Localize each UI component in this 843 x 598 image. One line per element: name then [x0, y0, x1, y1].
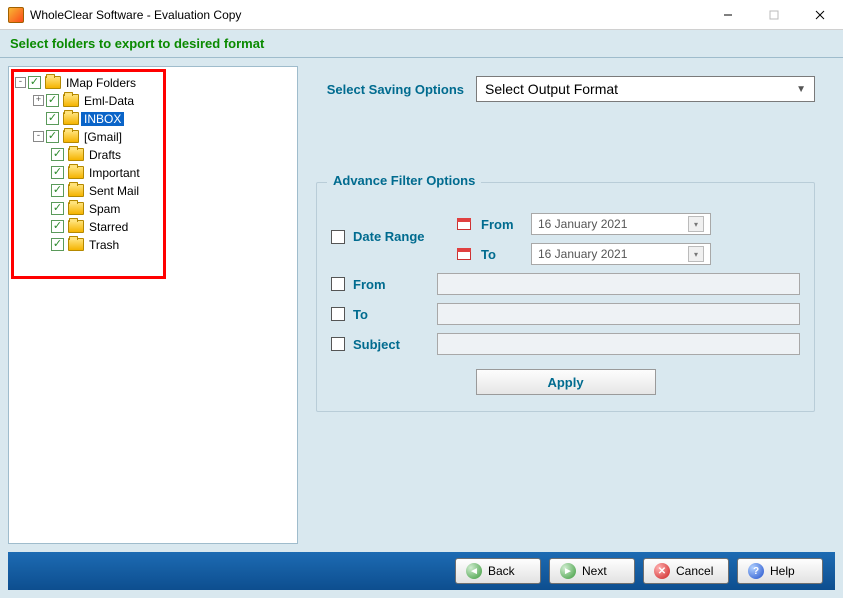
filter-legend: Advance Filter Options: [327, 173, 481, 188]
help-button[interactable]: ? Help: [737, 558, 823, 584]
checkbox[interactable]: [51, 166, 64, 179]
tree-label: Eml-Data: [81, 94, 137, 108]
to-checkbox[interactable]: [331, 307, 345, 321]
checkbox[interactable]: [51, 202, 64, 215]
back-button[interactable]: ◄ Back: [455, 558, 541, 584]
folder-icon: [68, 238, 84, 251]
advance-filter-group: Advance Filter Options Date Range From 1…: [316, 182, 815, 412]
checkbox[interactable]: [51, 238, 64, 251]
tree-node-root[interactable]: - IMap Folders: [15, 74, 293, 91]
folder-icon: [63, 130, 79, 143]
subject-checkbox[interactable]: [331, 337, 345, 351]
tree-label: Spam: [86, 202, 123, 216]
tree-node-inbox[interactable]: INBOX: [33, 110, 293, 127]
folder-icon: [63, 112, 79, 125]
checkbox[interactable]: [46, 94, 59, 107]
next-label: Next: [582, 564, 607, 578]
tree-node-important[interactable]: Important: [51, 164, 293, 181]
from-date-label: From: [481, 217, 521, 232]
calendar-icon: [457, 218, 471, 230]
from-checkbox[interactable]: [331, 277, 345, 291]
expander-icon[interactable]: -: [15, 77, 26, 88]
to-label: To: [353, 307, 437, 322]
expander-icon[interactable]: +: [33, 95, 44, 106]
apply-button[interactable]: Apply: [476, 369, 656, 395]
from-date-value: 16 January 2021: [538, 217, 627, 231]
next-icon: ►: [560, 563, 576, 579]
checkbox[interactable]: [46, 130, 59, 143]
checkbox[interactable]: [46, 112, 59, 125]
subject-input[interactable]: [437, 333, 800, 355]
tree-label: Important: [86, 166, 143, 180]
folder-icon: [68, 184, 84, 197]
from-date-field[interactable]: 16 January 2021 ▾: [531, 213, 711, 235]
tree-label: Starred: [86, 220, 131, 234]
minimize-button[interactable]: [705, 0, 751, 30]
back-label: Back: [488, 564, 515, 578]
tree-label: INBOX: [81, 112, 124, 126]
checkbox[interactable]: [51, 184, 64, 197]
tree-label: [Gmail]: [81, 130, 125, 144]
close-button[interactable]: [797, 0, 843, 30]
tree-label: Sent Mail: [86, 184, 142, 198]
tree-node-drafts[interactable]: Drafts: [51, 146, 293, 163]
calendar-icon: [457, 248, 471, 260]
next-button[interactable]: ► Next: [549, 558, 635, 584]
folder-icon: [68, 220, 84, 233]
main-area: - IMap Folders + Eml-Data: [0, 58, 843, 552]
maximize-button[interactable]: [751, 0, 797, 30]
expander-spacer: [33, 113, 44, 124]
tree-node-starred[interactable]: Starred: [51, 218, 293, 235]
folder-icon: [63, 94, 79, 107]
expander-icon[interactable]: -: [33, 131, 44, 142]
combo-value: Select Output Format: [485, 81, 618, 97]
nav-bar: ◄ Back ► Next ✕ Cancel ? Help: [8, 552, 835, 590]
date-range-label: Date Range: [353, 229, 437, 244]
folder-icon: [68, 148, 84, 161]
subject-label: Subject: [353, 337, 437, 352]
tree-label: IMap Folders: [63, 76, 139, 90]
to-date-label: To: [481, 247, 521, 262]
app-icon: [8, 7, 24, 23]
folder-icon: [68, 202, 84, 215]
saving-options-label: Select Saving Options: [316, 82, 476, 97]
tree-label: Trash: [86, 238, 122, 252]
tree-node-sentmail[interactable]: Sent Mail: [51, 182, 293, 199]
to-date-field[interactable]: 16 January 2021 ▾: [531, 243, 711, 265]
folder-tree-panel: - IMap Folders + Eml-Data: [8, 66, 298, 544]
from-input[interactable]: [437, 273, 800, 295]
from-label: From: [353, 277, 437, 292]
cancel-icon: ✕: [654, 563, 670, 579]
window-title: WholeClear Software - Evaluation Copy: [30, 8, 241, 22]
folder-icon: [68, 166, 84, 179]
instruction-bar: Select folders to export to desired form…: [0, 30, 843, 58]
date-range-checkbox[interactable]: [331, 230, 345, 244]
folder-icon: [45, 76, 61, 89]
chevron-down-icon: ▼: [796, 84, 806, 95]
title-bar: WholeClear Software - Evaluation Copy: [0, 0, 843, 30]
cancel-label: Cancel: [676, 564, 713, 578]
dropdown-icon[interactable]: ▾: [688, 246, 704, 262]
dropdown-icon[interactable]: ▾: [688, 216, 704, 232]
folder-tree[interactable]: - IMap Folders + Eml-Data: [13, 74, 293, 253]
to-input[interactable]: [437, 303, 800, 325]
help-label: Help: [770, 564, 795, 578]
cancel-button[interactable]: ✕ Cancel: [643, 558, 729, 584]
help-icon: ?: [748, 563, 764, 579]
checkbox[interactable]: [51, 148, 64, 161]
tree-label: Drafts: [86, 148, 124, 162]
apply-label: Apply: [547, 375, 583, 390]
tree-node-trash[interactable]: Trash: [51, 236, 293, 253]
back-icon: ◄: [466, 563, 482, 579]
checkbox[interactable]: [28, 76, 41, 89]
to-date-value: 16 January 2021: [538, 247, 627, 261]
options-panel: Select Saving Options Select Output Form…: [306, 58, 843, 552]
checkbox[interactable]: [51, 220, 64, 233]
tree-node-spam[interactable]: Spam: [51, 200, 293, 217]
tree-node-emldata[interactable]: + Eml-Data: [33, 92, 293, 109]
tree-node-gmail[interactable]: - [Gmail]: [33, 128, 293, 145]
output-format-combo[interactable]: Select Output Format ▼: [476, 76, 815, 102]
